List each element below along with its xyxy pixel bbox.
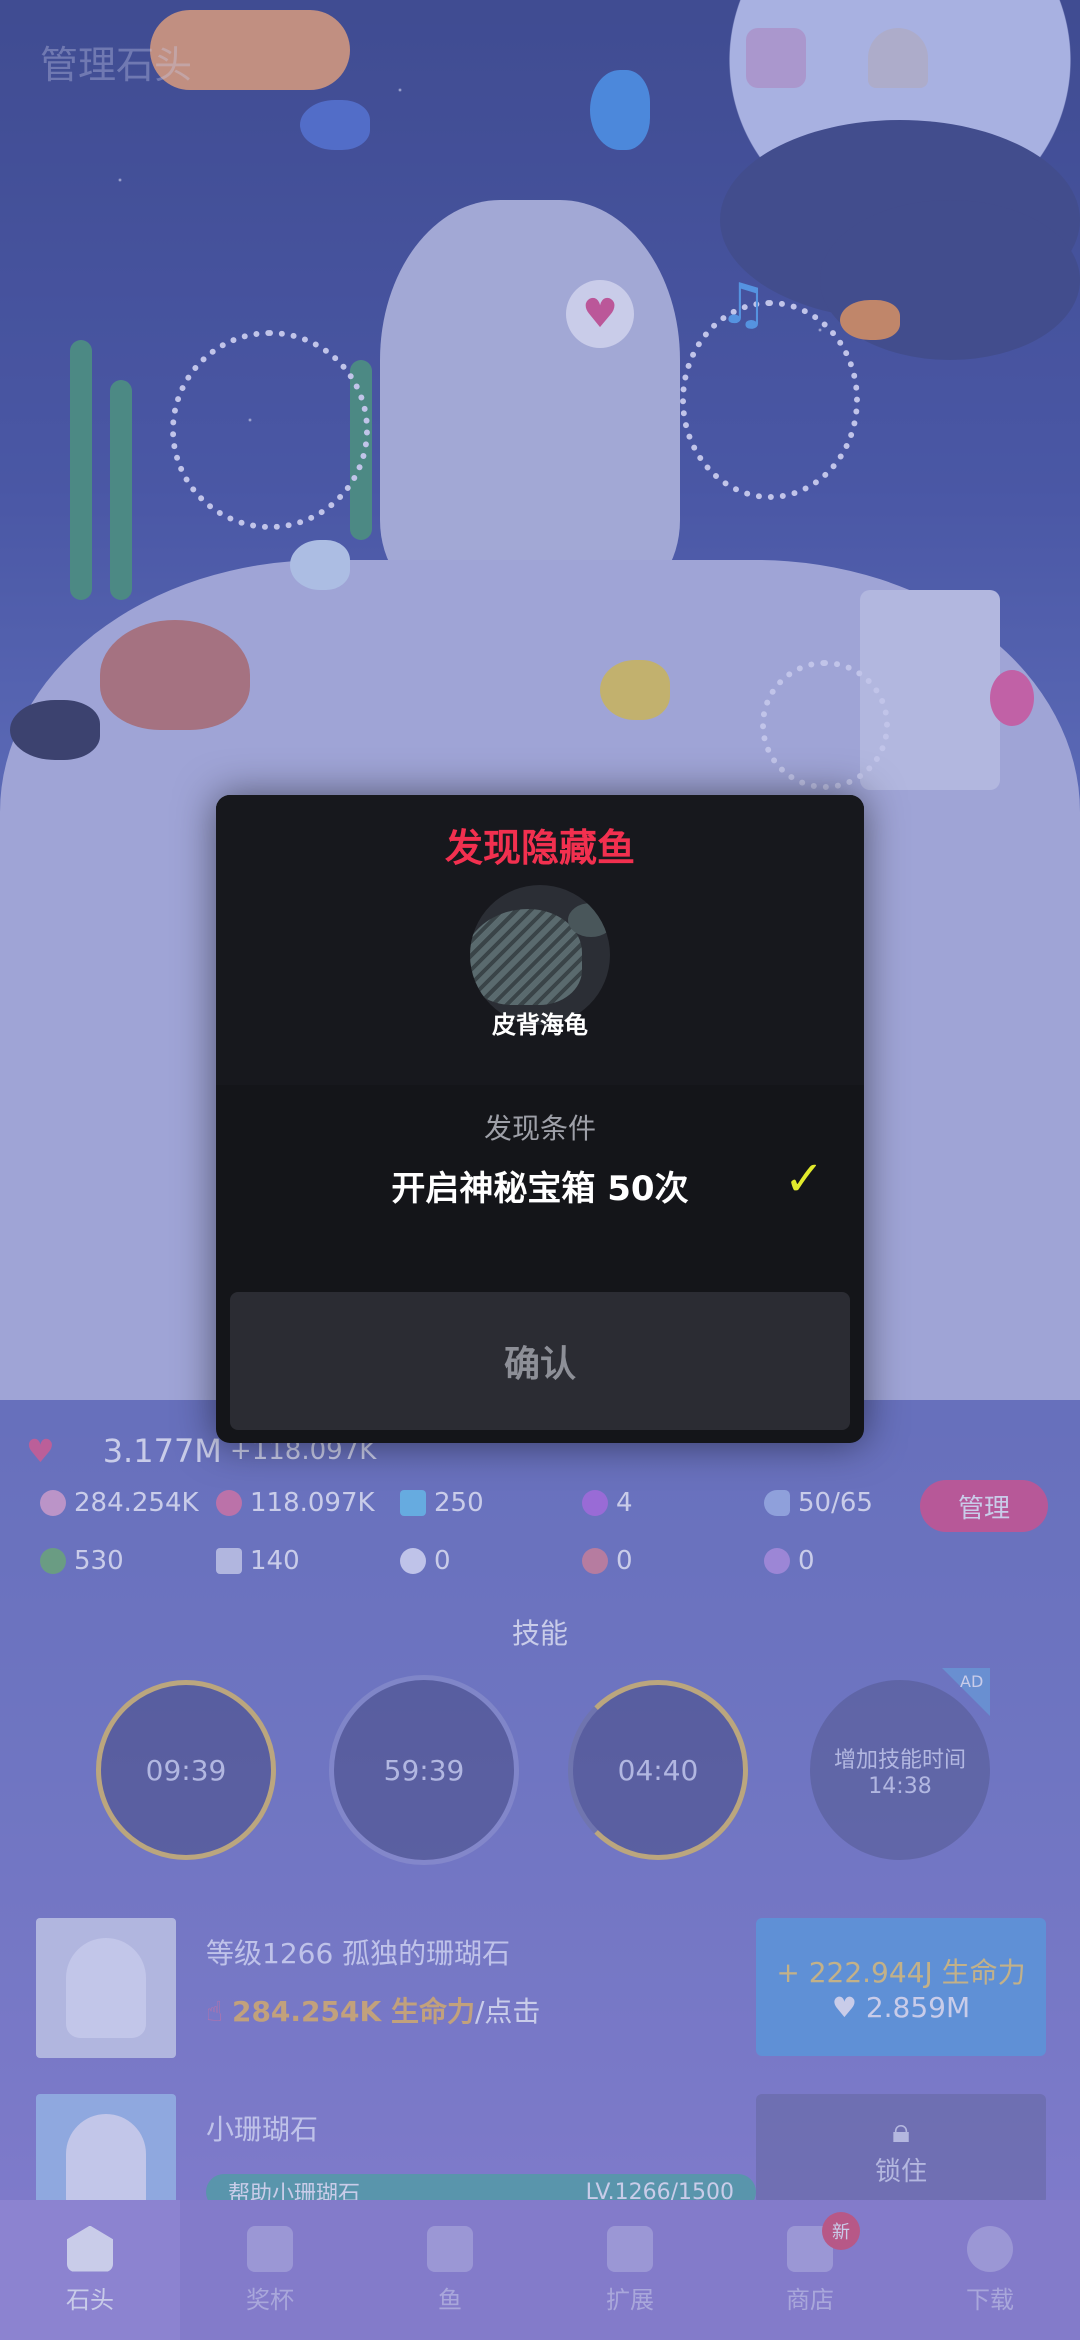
turtle-head	[568, 903, 610, 937]
check-icon: ✓	[784, 1151, 825, 1207]
fish-name: 皮背海龟	[492, 1011, 588, 1039]
leatherback-turtle-image	[470, 909, 582, 1005]
hidden-fish-dialog: 发现隐藏鱼 皮背海龟 发现条件 开启神秘宝箱 50次 ✓ 确认	[216, 795, 864, 1443]
condition-text: 开启神秘宝箱 50次	[391, 1169, 689, 1209]
condition-label: 发现条件	[483, 1112, 596, 1145]
confirm-button[interactable]: 确认	[230, 1292, 850, 1430]
fish-portrait	[470, 885, 610, 1025]
dialog-title: 发现隐藏鱼	[444, 826, 635, 870]
